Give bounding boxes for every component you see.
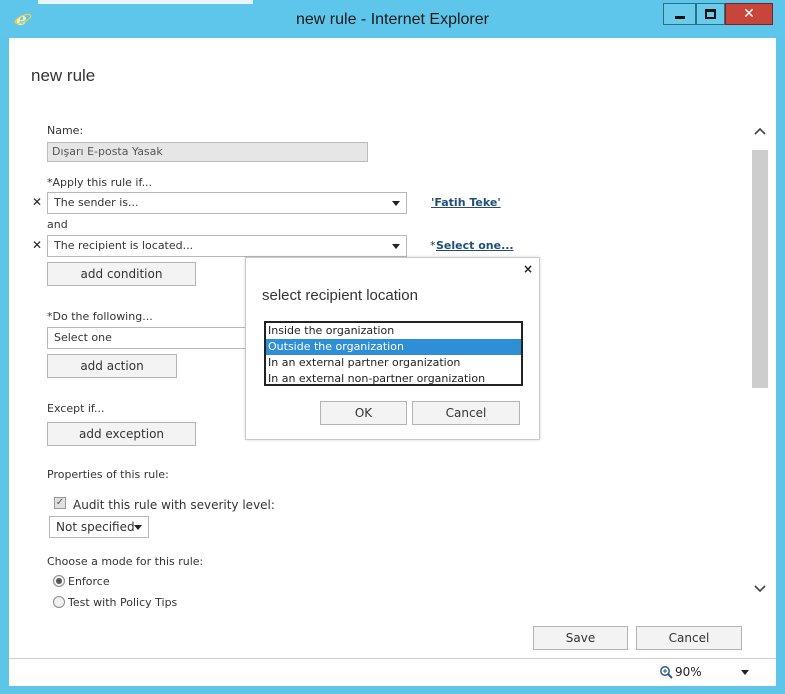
name-label: Name: (47, 124, 84, 137)
close-icon: ✕ (743, 6, 755, 22)
save-button[interactable]: Save (533, 626, 628, 650)
title-bar[interactable]: e new rule - Internet Explorer ✕ (0, 0, 785, 38)
audit-checkbox[interactable]: ✓ (54, 497, 66, 509)
page-title: new rule (31, 66, 96, 85)
audit-label: Audit this rule with severity level: (73, 498, 275, 512)
apply-rule-label: *Apply this rule if... (47, 176, 153, 189)
ok-button[interactable]: OK (320, 401, 407, 425)
except-label: Except if... (47, 402, 105, 415)
list-item[interactable]: In an external non-partner organization (266, 371, 521, 387)
radio-test-policy-tips[interactable] (53, 596, 65, 608)
chevron-up-icon[interactable] (751, 123, 769, 141)
select-recipient-location-dialog: × select recipient location Inside the o… (245, 257, 540, 440)
action-select[interactable]: Select one (47, 327, 247, 349)
minimize-icon (674, 15, 685, 19)
magnifier-icon[interactable] (659, 665, 673, 679)
condition-select-sender[interactable]: The sender is... (47, 192, 407, 214)
browser-window: e new rule - Internet Explorer ✕ new rul… (0, 0, 785, 694)
condition-select-value: The recipient is located... (54, 239, 194, 252)
minimize-button[interactable] (663, 3, 696, 25)
dropdown-arrow-icon (134, 525, 142, 530)
list-item[interactable]: In an external partner organization (266, 355, 521, 371)
mode-label: Choose a mode for this rule: (47, 555, 204, 568)
add-condition-button[interactable]: add condition (47, 262, 196, 286)
dialog-cancel-button[interactable]: Cancel (412, 401, 520, 425)
dialog-close-icon[interactable]: × (523, 262, 533, 276)
x-icon[interactable]: ✕ (32, 195, 42, 209)
recipient-location-listbox[interactable]: Inside the organization Outside the orga… (264, 321, 523, 386)
select-one-link[interactable]: Select one... (436, 239, 514, 252)
title-bar-strip (38, 0, 253, 4)
scrollbar-thumb[interactable] (752, 150, 768, 388)
radio-enforce-label: Enforce (68, 575, 110, 588)
list-item[interactable]: Inside the organization (266, 323, 521, 339)
add-exception-button[interactable]: add exception (47, 422, 196, 446)
radio-test-policy-tips-label: Test with Policy Tips (68, 596, 178, 609)
sender-link[interactable]: 'Fatih Teke' (431, 196, 501, 209)
status-bar: 90% (9, 658, 776, 686)
dropdown-arrow-icon (392, 201, 400, 206)
radio-enforce[interactable] (53, 575, 65, 587)
condition-select-recipient[interactable]: The recipient is located... (47, 235, 407, 257)
chevron-down-icon[interactable] (751, 581, 769, 599)
action-select-value: Select one (54, 331, 112, 344)
x-icon[interactable]: ✕ (32, 238, 42, 252)
name-field[interactable]: Dışarı E-posta Yasak (47, 142, 368, 162)
page-content: new rule Name: Dışarı E-posta Yasak *App… (9, 38, 776, 686)
dialog-title: select recipient location (262, 287, 418, 304)
severity-select-value: Not specified (56, 520, 135, 534)
dropdown-arrow-icon (392, 244, 400, 249)
maximize-button[interactable] (696, 3, 725, 25)
and-label: and (47, 218, 68, 231)
maximize-icon (705, 9, 716, 19)
add-action-button[interactable]: add action (47, 354, 177, 378)
required-marker: * (430, 239, 436, 252)
zoom-level[interactable]: 90% (675, 665, 702, 679)
cancel-button[interactable]: Cancel (636, 626, 742, 650)
do-following-label: *Do the following... (47, 310, 153, 323)
zoom-dropdown-icon[interactable] (741, 670, 749, 675)
close-button[interactable]: ✕ (725, 3, 773, 25)
properties-label: Properties of this rule: (47, 468, 169, 481)
list-item[interactable]: Outside the organization (266, 339, 521, 355)
condition-select-value: The sender is... (54, 196, 139, 209)
vertical-scrollbar[interactable] (751, 123, 769, 603)
severity-select[interactable]: Not specified (49, 516, 149, 538)
